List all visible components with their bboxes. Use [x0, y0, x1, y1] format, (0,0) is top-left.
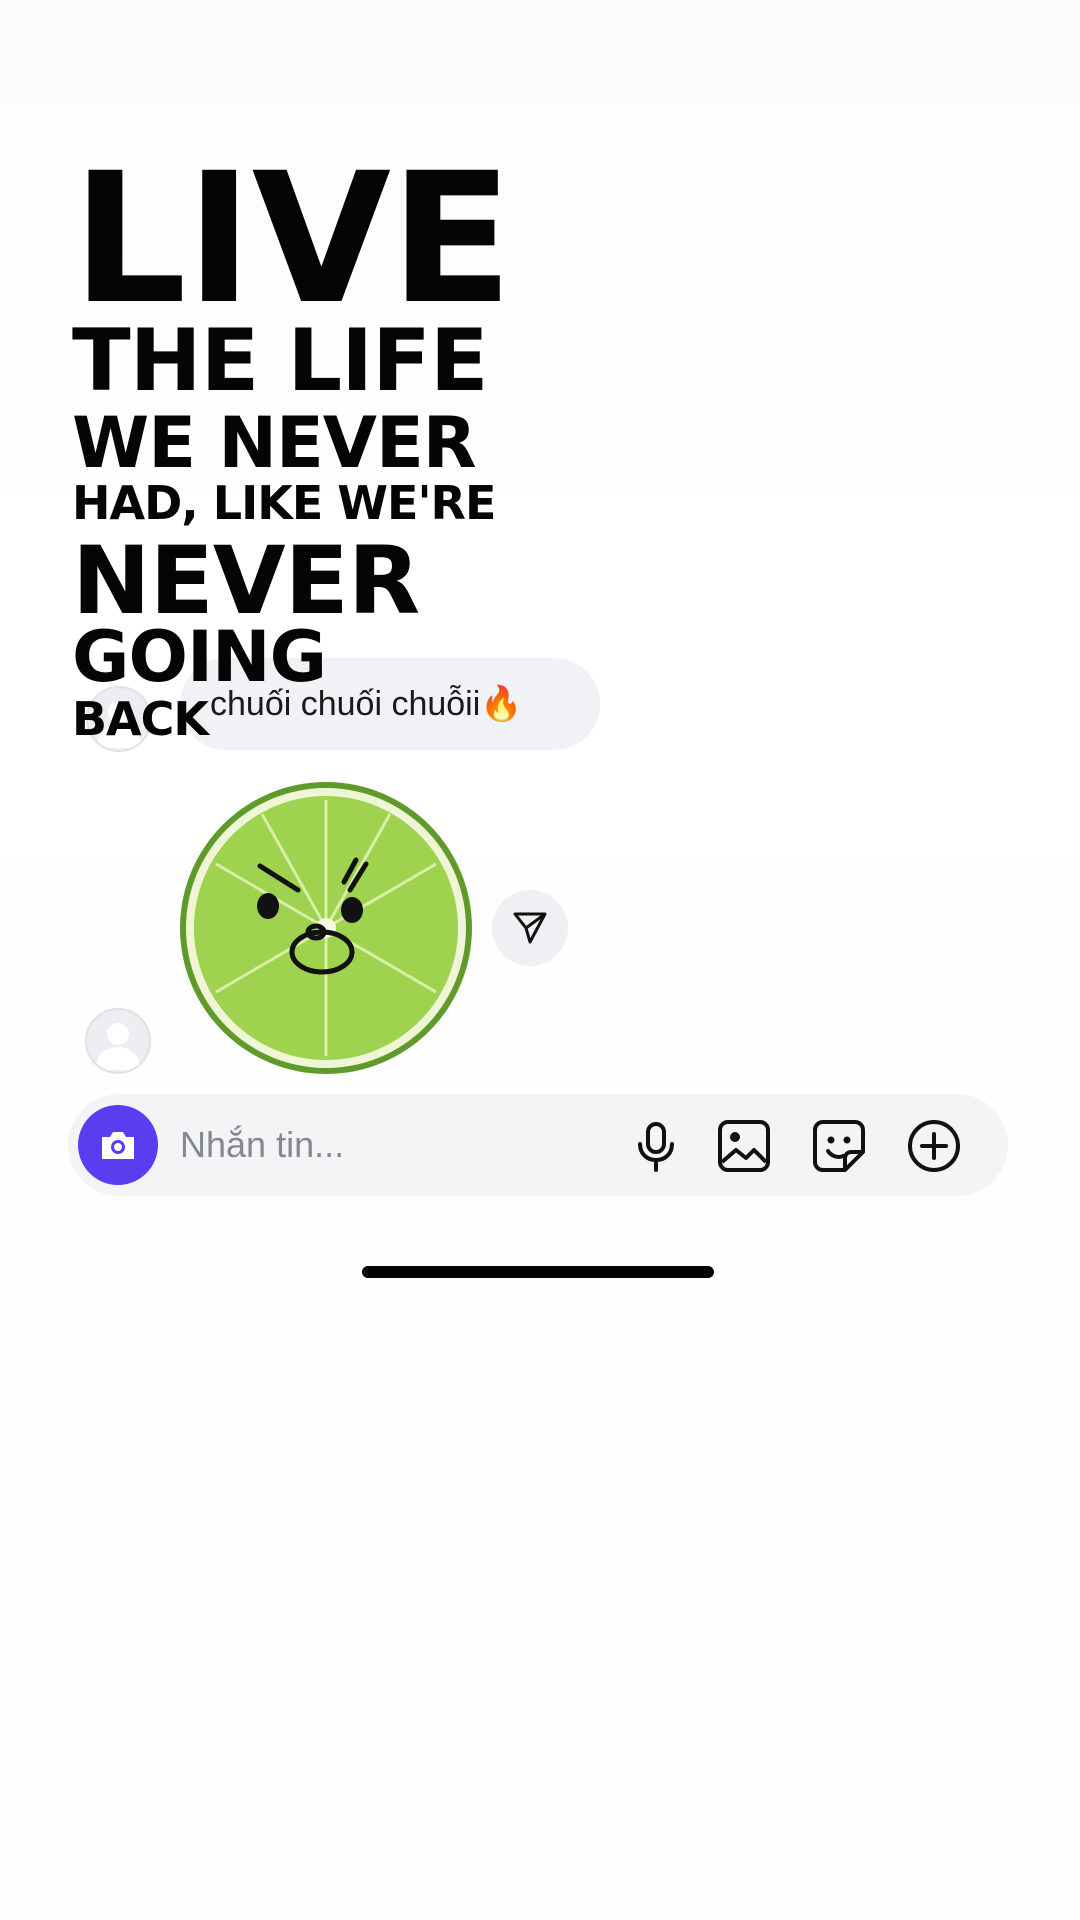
sticker-button[interactable]	[811, 1118, 867, 1174]
message-composer	[68, 1094, 1008, 1196]
home-indicator[interactable]	[362, 1266, 714, 1278]
overlay-line-1: LIVE	[72, 135, 513, 344]
angry-lime-icon	[180, 782, 472, 1074]
send-icon	[513, 912, 547, 944]
chat-screen: LIVE THE LIFE WE NEVER HAD, LIKE WE'RE N…	[0, 0, 1080, 1920]
message-input[interactable]	[180, 1122, 600, 1168]
photo-button[interactable]	[716, 1118, 772, 1174]
message-text: chuối chuối chuỗii🔥	[210, 685, 523, 723]
microphone-icon	[638, 1122, 674, 1172]
plus-circle-icon	[908, 1120, 960, 1172]
camera-button[interactable]	[78, 1105, 158, 1185]
sticker-icon	[813, 1120, 865, 1172]
overlay-line-3: WE NEVER	[72, 402, 477, 484]
camera-icon	[102, 1132, 134, 1159]
overlay-line-7: BACK	[72, 692, 209, 746]
overlay-line-5: NEVER	[72, 527, 420, 636]
overlay-line-4: HAD, LIKE WE'RE	[72, 476, 496, 530]
overlay-line-6: GOING	[72, 616, 327, 698]
overlay-line-2: THE LIFE	[72, 311, 489, 411]
microphone-button[interactable]	[628, 1118, 684, 1174]
add-button[interactable]	[906, 1118, 962, 1174]
lime-sticker[interactable]	[180, 782, 472, 1074]
image-icon	[718, 1120, 770, 1172]
forward-button[interactable]	[492, 890, 568, 966]
user-silhouette-icon	[96, 1023, 140, 1070]
avatar[interactable]	[85, 1008, 151, 1074]
